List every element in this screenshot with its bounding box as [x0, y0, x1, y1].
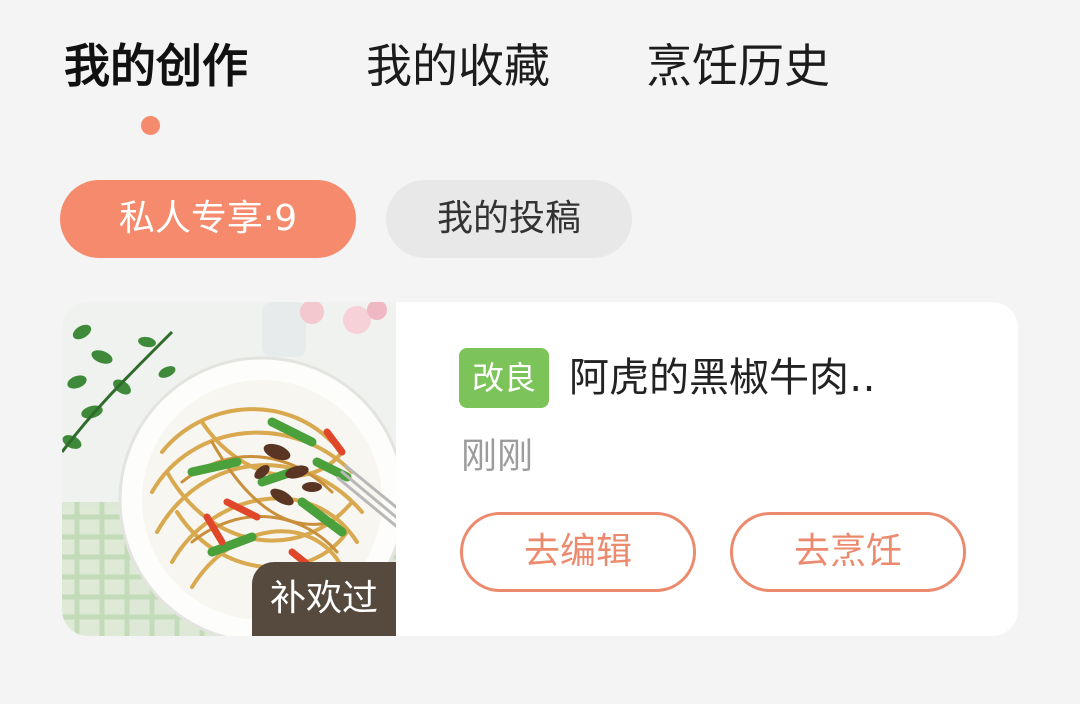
tab-cooking-history[interactable]: 烹饪历史: [646, 36, 830, 96]
recipe-card[interactable]: 补欢过 改良 阿虎的黑椒牛肉‥ 刚刚 去编辑 去烹饪: [62, 302, 1018, 636]
edit-button[interactable]: 去编辑: [460, 512, 696, 592]
recipe-thumbnail[interactable]: 补欢过: [62, 302, 396, 636]
tab-bar: 我的创作 我的收藏 烹饪历史: [0, 0, 1080, 150]
recipe-timestamp: 刚刚: [461, 436, 534, 477]
tab-my-creations[interactable]: 我的创作: [64, 36, 248, 96]
recipe-title[interactable]: 阿虎的黑椒牛肉‥: [569, 348, 969, 408]
tab-my-favorites[interactable]: 我的收藏: [366, 36, 550, 96]
thumbnail-badge: 补欢过: [252, 562, 396, 636]
active-tab-indicator: [141, 116, 160, 135]
cook-button[interactable]: 去烹饪: [730, 512, 966, 592]
improved-tag: 改良: [459, 348, 549, 408]
filter-chip-submissions[interactable]: 我的投稿: [386, 180, 632, 258]
filter-chip-private[interactable]: 私人专享·9: [60, 180, 356, 258]
